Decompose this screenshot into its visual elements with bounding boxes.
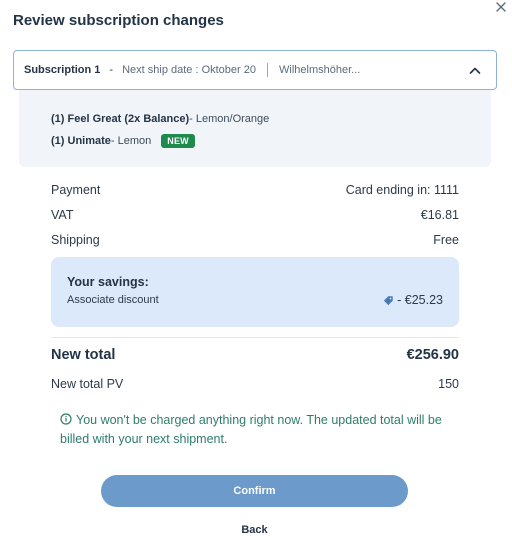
info-note-text: You won't be charged anything right now.…: [60, 413, 442, 446]
close-button[interactable]: [494, 0, 508, 14]
savings-title: Your savings:: [67, 275, 149, 289]
new-total-row: New total €256.90: [51, 347, 459, 363]
new-total-pv-value: 150: [438, 377, 459, 391]
chevron-up-icon[interactable]: [468, 64, 482, 78]
info-note: You won't be charged anything right now.…: [60, 411, 460, 449]
item-name: (1) Feel Great (2x Balance): [51, 113, 190, 125]
subscription-dash: -: [109, 64, 114, 76]
vat-label: VAT: [51, 207, 74, 222]
subscription-items-panel: (1) Feel Great (2x Balance) - Lemon/Oran…: [19, 90, 491, 167]
vat-row: VAT €16.81: [51, 202, 459, 227]
back-button[interactable]: Back: [101, 524, 408, 536]
separator: [267, 63, 268, 77]
item-flavor: - Lemon: [110, 135, 152, 147]
payment-row: Payment Card ending in: 1111: [51, 177, 459, 202]
savings-row: Associate discount - €25.23: [67, 293, 443, 307]
item-flavor: - Lemon/Orange: [189, 113, 270, 125]
item-name: (1) Unimate: [51, 135, 111, 147]
shipping-label: Shipping: [51, 232, 100, 247]
savings-amount-wrap: - €25.23: [383, 293, 443, 307]
payment-value: Card ending in: 1111: [345, 182, 459, 197]
new-badge: NEW: [161, 134, 195, 148]
order-summary: Payment Card ending in: 1111 VAT €16.81 …: [51, 177, 459, 252]
savings-amount: - €25.23: [397, 293, 443, 307]
new-total-pv-row: New total PV 150: [51, 377, 459, 391]
new-total-label: New total: [51, 347, 116, 363]
savings-box: Your savings: Associate discount - €25.2…: [51, 257, 459, 327]
new-total-value: €256.90: [406, 347, 459, 363]
subscription-accordion-header[interactable]: Subscription 1 - Next ship date : Oktobe…: [13, 50, 497, 90]
vat-value: €16.81: [420, 207, 459, 222]
close-icon: [496, 2, 506, 12]
payment-label: Payment: [51, 182, 101, 197]
subscription-name: Subscription 1: [24, 64, 101, 76]
shipping-row: Shipping Free: [51, 227, 459, 252]
list-item: (1) Feel Great (2x Balance) - Lemon/Oran…: [51, 108, 491, 130]
shipping-address: Wilhelmshöher...: [279, 64, 361, 76]
list-item: (1) Unimate - Lemon NEW: [51, 130, 491, 152]
dialog-title: Review subscription changes: [13, 12, 224, 29]
confirm-button[interactable]: Confirm: [101, 475, 408, 507]
savings-label: Associate discount: [67, 294, 159, 306]
info-icon: [60, 413, 72, 425]
tag-icon: [384, 295, 393, 305]
divider: [51, 337, 459, 338]
shipping-value: Free: [433, 232, 459, 247]
next-ship-date: Next ship date : Oktober 20: [122, 64, 256, 76]
new-total-pv-label: New total PV: [51, 377, 124, 391]
